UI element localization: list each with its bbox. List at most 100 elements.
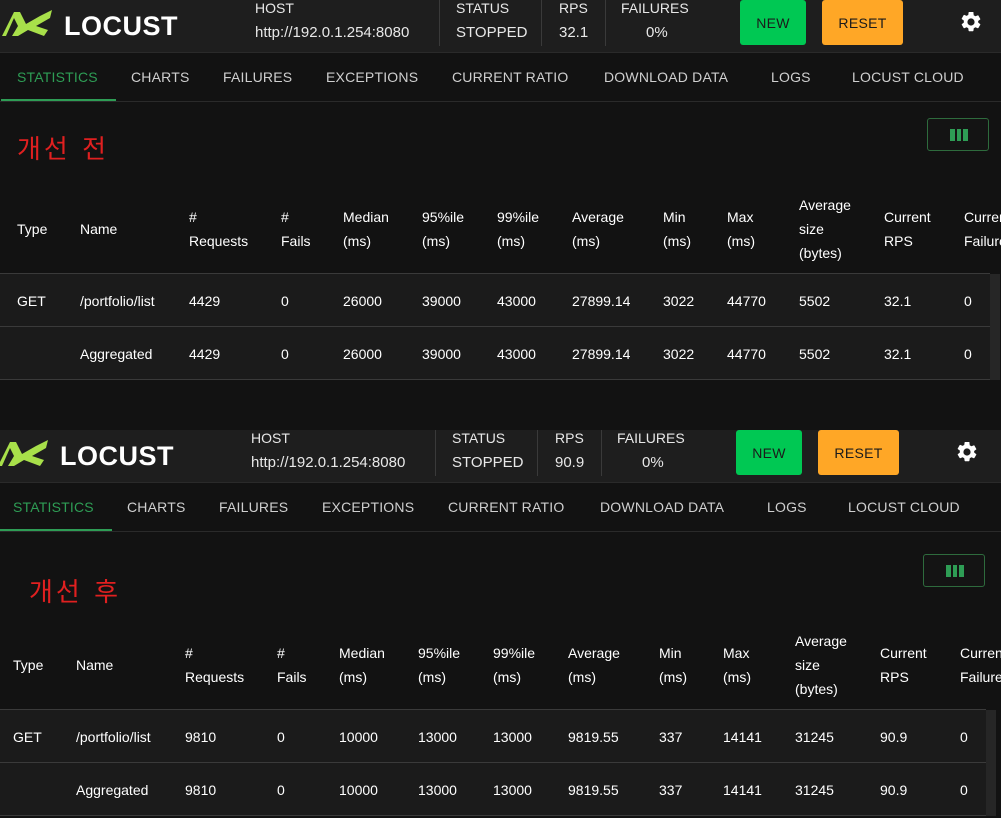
column-header-line: Median	[343, 209, 389, 225]
column-header[interactable]: Median (ms)	[343, 205, 389, 253]
column-header-line: Current	[884, 209, 931, 225]
column-header-line: (ms)	[422, 233, 450, 249]
column-header[interactable]: # Fails	[277, 641, 307, 689]
column-header[interactable]: # Requests	[185, 641, 244, 689]
horizontal-scrollbar[interactable]	[986, 710, 996, 816]
column-header-line: Fails	[277, 669, 307, 685]
table-cell: 5502	[799, 293, 831, 309]
column-header[interactable]: Average (ms)	[568, 641, 620, 689]
column-header[interactable]: Median (ms)	[339, 641, 385, 689]
table-cell: 0	[281, 293, 289, 309]
table-cell: 13000	[493, 729, 532, 745]
column-header[interactable]: 99%ile (ms)	[493, 641, 535, 689]
table-cell: 9810	[185, 729, 217, 745]
table-cell: 337	[659, 782, 683, 798]
column-header[interactable]: Min (ms)	[663, 205, 691, 253]
table-cell: 0	[960, 729, 968, 745]
column-header-line: Failures	[964, 233, 1001, 249]
table-cell: 0	[964, 293, 972, 309]
column-header-line: Current	[880, 645, 927, 661]
table-cell: 5502	[799, 346, 831, 362]
table-cell: 9819.55	[568, 782, 619, 798]
column-header[interactable]: Current Failures	[964, 205, 1001, 253]
column-header-line: Requests	[185, 669, 245, 685]
column-header-line: Requests	[189, 233, 249, 249]
table-cell: 27899.14	[572, 293, 631, 309]
column-header-line: Min	[659, 645, 682, 661]
table-cell: 31245	[795, 782, 834, 798]
column-header-line: (ms)	[663, 233, 691, 249]
column-header[interactable]: Type	[17, 217, 47, 241]
table-cell: Aggregated	[76, 782, 149, 798]
column-header-line: Max	[727, 209, 754, 225]
column-header-line: Median	[339, 645, 385, 661]
column-header-line: (ms)	[572, 233, 600, 249]
column-header-line: (ms)	[418, 669, 446, 685]
table-cell: 32.1	[884, 293, 912, 309]
table-cell: 0	[281, 346, 289, 362]
column-header[interactable]: # Requests	[189, 205, 248, 253]
column-header-line: (ms)	[497, 233, 525, 249]
table-cell: 9810	[185, 782, 217, 798]
table-cell: 0	[277, 782, 285, 798]
column-header[interactable]: 99%ile (ms)	[497, 205, 539, 253]
column-header[interactable]: Average size (bytes)	[795, 629, 847, 701]
table-cell: 10000	[339, 729, 378, 745]
column-header-line: Name	[80, 221, 118, 237]
table-cell: 14141	[723, 729, 762, 745]
table-cell: 90.9	[880, 782, 908, 798]
table-cell: 39000	[422, 346, 461, 362]
horizontal-scrollbar[interactable]	[990, 274, 1000, 380]
column-header[interactable]: Type	[13, 653, 43, 677]
column-header[interactable]: Name	[76, 653, 113, 677]
table-cell: 90.9	[880, 729, 908, 745]
table-cell: 14141	[723, 782, 762, 798]
column-header-line: (bytes)	[795, 681, 838, 697]
table-cell: 0	[960, 782, 968, 798]
column-header-line: Average	[795, 633, 847, 649]
column-header-line: #	[189, 209, 197, 225]
column-header[interactable]: 95%ile (ms)	[418, 641, 460, 689]
column-header-line: Name	[76, 657, 114, 673]
column-header-line: size	[795, 657, 820, 673]
column-header[interactable]: # Fails	[281, 205, 311, 253]
column-header[interactable]: Max (ms)	[727, 205, 755, 253]
table-cell: 26000	[343, 293, 382, 309]
table-cell: 44770	[727, 293, 766, 309]
column-header-line: Type	[13, 657, 44, 673]
column-header[interactable]: 95%ile (ms)	[422, 205, 464, 253]
table-cell: 43000	[497, 346, 536, 362]
table-cell: 13000	[418, 782, 457, 798]
table-cell: 32.1	[884, 346, 912, 362]
column-header-line: Average	[799, 197, 851, 213]
column-header[interactable]: Max (ms)	[723, 641, 751, 689]
row-divider	[0, 379, 990, 380]
column-header-line: #	[185, 645, 193, 661]
column-header-line: (ms)	[659, 669, 687, 685]
table-cell: 0	[277, 729, 285, 745]
column-header[interactable]: Current Failures	[960, 641, 1001, 689]
column-header-line: size	[799, 221, 824, 237]
column-header[interactable]: Min (ms)	[659, 641, 687, 689]
table-cell: 26000	[343, 346, 382, 362]
column-header-line: 95%ile	[422, 209, 465, 225]
column-header-line: 99%ile	[493, 645, 536, 661]
table-cell: /portfolio/list	[76, 729, 151, 745]
column-header[interactable]: Current RPS	[884, 205, 931, 253]
statistics-table: Type Name # Requests # Fails Median (ms) 95%ile (…	[0, 430, 1001, 818]
table-cell: 4429	[189, 293, 221, 309]
table-cell: 0	[964, 346, 972, 362]
column-header-line: (ms)	[727, 233, 755, 249]
column-header-line: Average	[568, 645, 620, 661]
column-header[interactable]: Name	[80, 217, 117, 241]
column-header-line: Current	[960, 645, 1001, 661]
column-header-line: (ms)	[343, 233, 371, 249]
column-header-line: Fails	[281, 233, 311, 249]
statistics-table: Type Name # Requests # Fails Median (ms) 95%ile (…	[0, 0, 1001, 382]
column-header[interactable]: Current RPS	[880, 641, 927, 689]
table-cell: 4429	[189, 346, 221, 362]
column-header[interactable]: Average size (bytes)	[799, 193, 851, 265]
table-cell: 337	[659, 729, 683, 745]
column-header-line: Current	[964, 209, 1001, 225]
column-header[interactable]: Average (ms)	[572, 205, 624, 253]
